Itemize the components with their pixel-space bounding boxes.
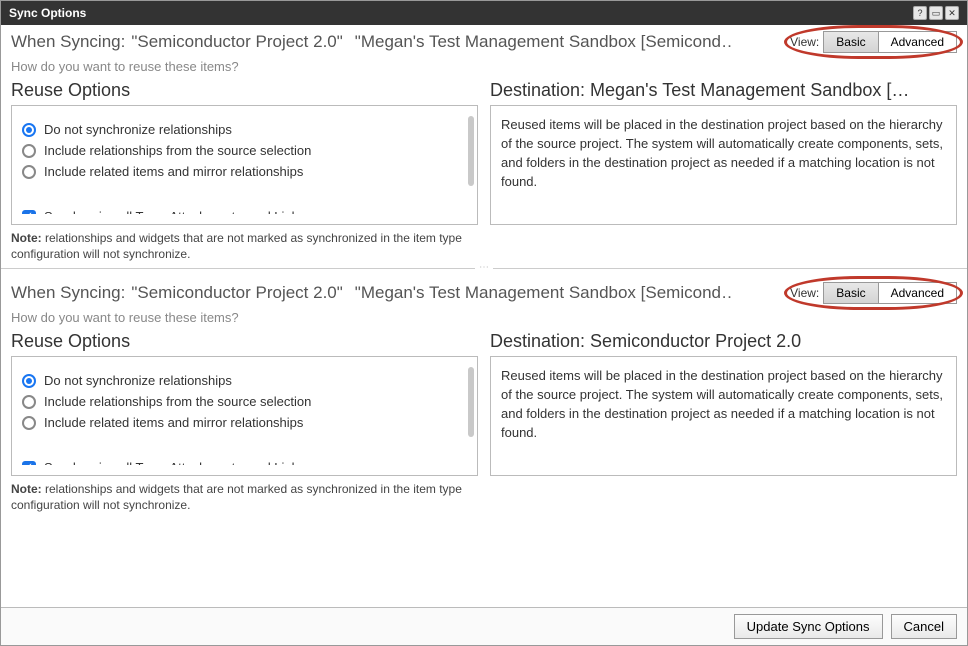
- radio-icon[interactable]: [22, 395, 36, 409]
- sync-direction-header-out: When Syncing: "Semiconductor Project 2.0…: [11, 32, 731, 52]
- radio-include-source-rel[interactable]: Include relationships from the source se…: [22, 394, 465, 409]
- radio-mirror-rel[interactable]: Include related items and mirror relatio…: [22, 415, 465, 430]
- radio-icon[interactable]: [22, 123, 36, 137]
- radio-include-source-rel[interactable]: Include relationships from the source se…: [22, 143, 465, 158]
- reuse-subquestion: How do you want to reuse these items?: [11, 59, 957, 74]
- check-sync-tags-attach-links[interactable]: ✓ Synchronize all Tags, Attachments, and…: [22, 209, 465, 214]
- dialog-footer: Update Sync Options Cancel: [1, 607, 967, 645]
- sync-block-inbound: When Syncing: "Semiconductor Project 2.0…: [1, 276, 967, 519]
- destination-heading: Destination: Semiconductor Project 2.0: [490, 331, 957, 352]
- cancel-button[interactable]: Cancel: [891, 614, 957, 639]
- radio-icon[interactable]: [22, 416, 36, 430]
- scrollbar-icon[interactable]: [468, 367, 474, 437]
- checkbox-label: Synchronize all Tags, Attachments, and L…: [44, 209, 305, 214]
- view-advanced-button[interactable]: Advanced: [878, 32, 956, 52]
- sync-source-project: "Semiconductor Project 2.0": [131, 32, 342, 52]
- sync-direction-header-in: When Syncing: "Semiconductor Project 2.0…: [11, 283, 731, 303]
- radio-label: Include relationships from the source se…: [44, 143, 311, 158]
- destination-text: Reused items will be placed in the desti…: [501, 116, 946, 191]
- checkbox-label: Synchronize all Tags, Attachments, and L…: [44, 460, 305, 465]
- destination-text: Reused items will be placed in the desti…: [501, 367, 946, 442]
- destination-heading: Destination: Megan's Test Management San…: [490, 80, 957, 101]
- radio-label: Include relationships from the source se…: [44, 394, 311, 409]
- window-title: Sync Options: [9, 6, 86, 20]
- reuse-options-panel: Do not synchronize relationships Include…: [11, 356, 478, 476]
- sync-label: When Syncing:: [11, 283, 125, 303]
- sync-source-project: "Semiconductor Project 2.0": [131, 283, 342, 303]
- radio-label: Include related items and mirror relatio…: [44, 415, 303, 430]
- radio-icon[interactable]: [22, 374, 36, 388]
- radio-no-sync-rel[interactable]: Do not synchronize relationships: [22, 373, 465, 388]
- radio-mirror-rel[interactable]: Include related items and mirror relatio…: [22, 164, 465, 179]
- minimize-icon[interactable]: ▭: [929, 6, 943, 20]
- checkbox-icon[interactable]: ✓: [22, 461, 36, 466]
- close-icon[interactable]: ✕: [945, 6, 959, 20]
- view-segmented: Basic Advanced: [823, 31, 957, 53]
- view-toggle-out: View: Basic Advanced: [790, 31, 957, 53]
- scrollbar-icon[interactable]: [468, 116, 474, 186]
- radio-no-sync-rel[interactable]: Do not synchronize relationships: [22, 122, 465, 137]
- reuse-note: Note: relationships and widgets that are…: [11, 482, 478, 513]
- radio-icon[interactable]: [22, 165, 36, 179]
- reuse-subquestion: How do you want to reuse these items?: [11, 310, 957, 325]
- destination-panel: Reused items will be placed in the desti…: [490, 105, 957, 225]
- sync-label: When Syncing:: [11, 32, 125, 52]
- reuse-options-panel: Do not synchronize relationships Include…: [11, 105, 478, 225]
- sync-block-outbound: When Syncing: "Semiconductor Project 2.0…: [1, 25, 967, 268]
- reuse-note: Note: relationships and widgets that are…: [11, 231, 478, 262]
- window-buttons: ? ▭ ✕: [913, 6, 959, 20]
- view-advanced-button[interactable]: Advanced: [878, 283, 956, 303]
- view-basic-button[interactable]: Basic: [824, 283, 877, 303]
- destination-panel: Reused items will be placed in the desti…: [490, 356, 957, 476]
- reuse-options-heading: Reuse Options: [11, 331, 478, 352]
- view-label: View:: [790, 286, 819, 300]
- view-segmented: Basic Advanced: [823, 282, 957, 304]
- checkbox-icon[interactable]: ✓: [22, 210, 36, 215]
- radio-label: Do not synchronize relationships: [44, 122, 232, 137]
- horizontal-divider[interactable]: [1, 268, 967, 276]
- sync-dest-project: "Megan's Test Management Sandbox [Semico…: [355, 283, 731, 303]
- view-label: View:: [790, 35, 819, 49]
- sync-dest-project: "Megan's Test Management Sandbox [Semico…: [355, 32, 731, 52]
- radio-icon[interactable]: [22, 144, 36, 158]
- radio-label: Do not synchronize relationships: [44, 373, 232, 388]
- radio-label: Include related items and mirror relatio…: [44, 164, 303, 179]
- view-basic-button[interactable]: Basic: [824, 32, 877, 52]
- reuse-options-heading: Reuse Options: [11, 80, 478, 101]
- help-icon[interactable]: ?: [913, 6, 927, 20]
- titlebar: Sync Options ? ▭ ✕: [1, 1, 967, 25]
- check-sync-tags-attach-links[interactable]: ✓ Synchronize all Tags, Attachments, and…: [22, 460, 465, 465]
- view-toggle-in: View: Basic Advanced: [790, 282, 957, 304]
- update-sync-options-button[interactable]: Update Sync Options: [734, 614, 883, 639]
- dialog-content: When Syncing: "Semiconductor Project 2.0…: [1, 25, 967, 607]
